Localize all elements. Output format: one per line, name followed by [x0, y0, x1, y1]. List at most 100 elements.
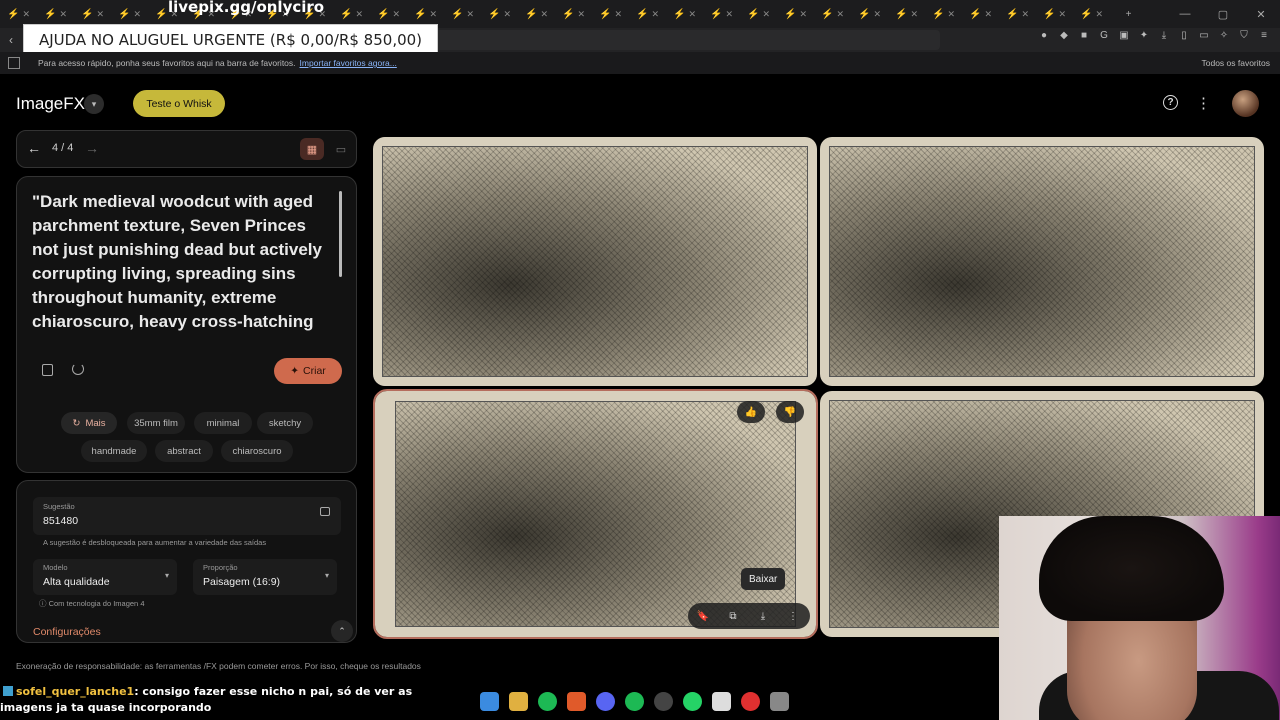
brave-icon[interactable] [567, 692, 586, 711]
previous-arrow-icon[interactable]: ← [27, 140, 41, 156]
tab-close-icon[interactable]: ✕ [466, 9, 474, 20]
chip[interactable]: abstract [155, 440, 213, 462]
browser-tab[interactable]: ⚡ ✕ [888, 4, 925, 24]
menu-icon[interactable]: ≡ [1258, 30, 1270, 42]
tab-close-icon[interactable]: ✕ [133, 9, 141, 20]
unlock-icon[interactable] [320, 507, 330, 516]
browser-tab[interactable]: ⚡ ✕ [444, 4, 481, 24]
spotify-icon[interactable] [538, 692, 557, 711]
browser-tab[interactable]: ⚡ ✕ [1073, 4, 1110, 24]
tab-close-icon[interactable]: ✕ [688, 9, 696, 20]
sidebar-icon[interactable]: ▯ [1178, 30, 1190, 42]
extension-icon[interactable]: ▣ [1118, 30, 1130, 42]
spotify-icon[interactable] [625, 692, 644, 711]
file-explorer-icon[interactable] [509, 692, 528, 711]
browser-tab[interactable]: ⚡ ✕ [629, 4, 666, 24]
calculator-icon[interactable] [770, 692, 789, 711]
app-menu-chevron-icon[interactable]: ▾ [84, 94, 104, 114]
collapse-icon[interactable]: ⌃ [331, 620, 353, 642]
tab-close-icon[interactable]: ✕ [355, 9, 363, 20]
tab-close-icon[interactable]: ✕ [577, 9, 585, 20]
tab-close-icon[interactable]: ✕ [725, 9, 733, 20]
browser-tab[interactable]: ⚡ ✕ [333, 4, 370, 24]
browser-tab[interactable]: ⚡ ✕ [1036, 4, 1073, 24]
seed-field[interactable]: Sugestão 851480 [33, 497, 341, 535]
chip[interactable]: 35mm film [127, 412, 185, 434]
close-icon[interactable]: ✕ [1242, 0, 1280, 28]
thumbs-up-icon[interactable]: 👍 [737, 401, 765, 423]
shield-icon[interactable]: ⛉ [1238, 30, 1250, 42]
address-bar[interactable] [430, 30, 940, 50]
app-icon[interactable] [712, 692, 731, 711]
browser-tab[interactable]: ⚡ ✕ [74, 4, 111, 24]
puzzle-icon[interactable]: ✦ [1138, 30, 1150, 42]
browser-tab[interactable]: ⚡ ✕ [592, 4, 629, 24]
browser-tab[interactable]: ⚡ ✕ [814, 4, 851, 24]
tab-close-icon[interactable]: ✕ [1095, 9, 1103, 20]
browser-tab[interactable]: ⚡ ✕ [851, 4, 888, 24]
all-favorites-button[interactable]: Todos os favoritos [1201, 58, 1270, 68]
browser-tab[interactable]: ⚡ ✕ [518, 4, 555, 24]
single-view-icon[interactable]: ▭ [330, 138, 352, 160]
tab-close-icon[interactable]: ✕ [836, 9, 844, 20]
generated-image-2[interactable] [820, 137, 1264, 386]
maximize-icon[interactable]: ▢ [1204, 0, 1242, 28]
chip[interactable]: handmade [81, 440, 147, 462]
copy-icon[interactable]: ⧉ [718, 611, 748, 622]
tab-close-icon[interactable]: ✕ [59, 9, 67, 20]
extension-icon[interactable]: ✧ [1218, 30, 1230, 42]
browser-tab[interactable]: ⚡ ✕ [703, 4, 740, 24]
extension-icon[interactable]: ◆ [1058, 30, 1070, 42]
settings-toggle-label[interactable]: Configurações [33, 626, 101, 638]
browser-tab[interactable]: ⚡ ✕ [555, 4, 592, 24]
tab-close-icon[interactable]: ✕ [392, 9, 400, 20]
avatar[interactable] [1232, 90, 1259, 117]
model-select[interactable]: Modelo Alta qualidade ▾ [33, 559, 177, 595]
whatsapp-icon[interactable] [683, 692, 702, 711]
browser-tab[interactable]: ⚡ ✕ [0, 4, 37, 24]
more-vert-icon[interactable]: ⋮ [778, 611, 808, 622]
obs-icon[interactable] [654, 692, 673, 711]
tab-close-icon[interactable]: ✕ [873, 9, 881, 20]
download-icon[interactable]: ⤓ [748, 611, 778, 622]
grid-view-icon[interactable]: ▦ [300, 138, 324, 160]
more-options-icon[interactable]: ⋮ [1196, 94, 1211, 112]
tab-close-icon[interactable]: ✕ [762, 9, 770, 20]
recorder-icon[interactable] [741, 692, 760, 711]
browser-tab[interactable]: ⚡ ✕ [37, 4, 74, 24]
extension-icon[interactable]: ● [1038, 30, 1050, 42]
tab-close-icon[interactable]: ✕ [96, 9, 104, 20]
create-button[interactable]: ✦ Criar [274, 358, 342, 384]
thumbs-down-icon[interactable]: 👎 [776, 401, 804, 423]
reset-icon[interactable] [72, 363, 84, 375]
tab-close-icon[interactable]: ✕ [22, 9, 30, 20]
tab-close-icon[interactable]: ✕ [540, 9, 548, 20]
browser-tab[interactable]: ⚡ ✕ [481, 4, 518, 24]
tab-close-icon[interactable]: ✕ [947, 9, 955, 20]
tab-close-icon[interactable]: ✕ [503, 9, 511, 20]
google-icon[interactable]: G [1098, 30, 1110, 42]
ratio-select[interactable]: Proporção Paisagem (16:9) ▾ [193, 559, 337, 595]
browser-tab[interactable]: ⚡ ✕ [925, 4, 962, 24]
tab-close-icon[interactable]: ✕ [799, 9, 807, 20]
browser-tab[interactable]: ⚡ ✕ [407, 4, 444, 24]
browser-tab[interactable]: ⚡ ✕ [962, 4, 999, 24]
browser-tab[interactable]: ⚡ ✕ [777, 4, 814, 24]
browser-tab[interactable]: ⚡ ✕ [111, 4, 148, 24]
tab-close-icon[interactable]: ✕ [910, 9, 918, 20]
chip[interactable]: minimal [194, 412, 252, 434]
tab-close-icon[interactable]: ✕ [984, 9, 992, 20]
copy-icon[interactable] [42, 364, 53, 376]
browser-tab[interactable]: ⚡ ✕ [740, 4, 777, 24]
more-chips-button[interactable]: ↻ Mais [61, 412, 117, 434]
chip[interactable]: sketchy [257, 412, 313, 434]
browser-tab[interactable]: ⚡ ✕ [370, 4, 407, 24]
back-icon[interactable]: ‹ [9, 33, 13, 47]
discord-icon[interactable] [596, 692, 615, 711]
import-bookmarks-link[interactable]: Importar favoritos agora... [300, 58, 397, 68]
tab-close-icon[interactable]: ✕ [1058, 9, 1066, 20]
prompt-scrollbar[interactable] [339, 191, 342, 277]
new-tab-icon[interactable]: + [1110, 4, 1147, 24]
generated-image-3[interactable]: 👍 👎 Baixar 🔖 ⧉ ⤓ ⋮ [373, 389, 818, 639]
browser-tab[interactable]: ⚡ ✕ [666, 4, 703, 24]
